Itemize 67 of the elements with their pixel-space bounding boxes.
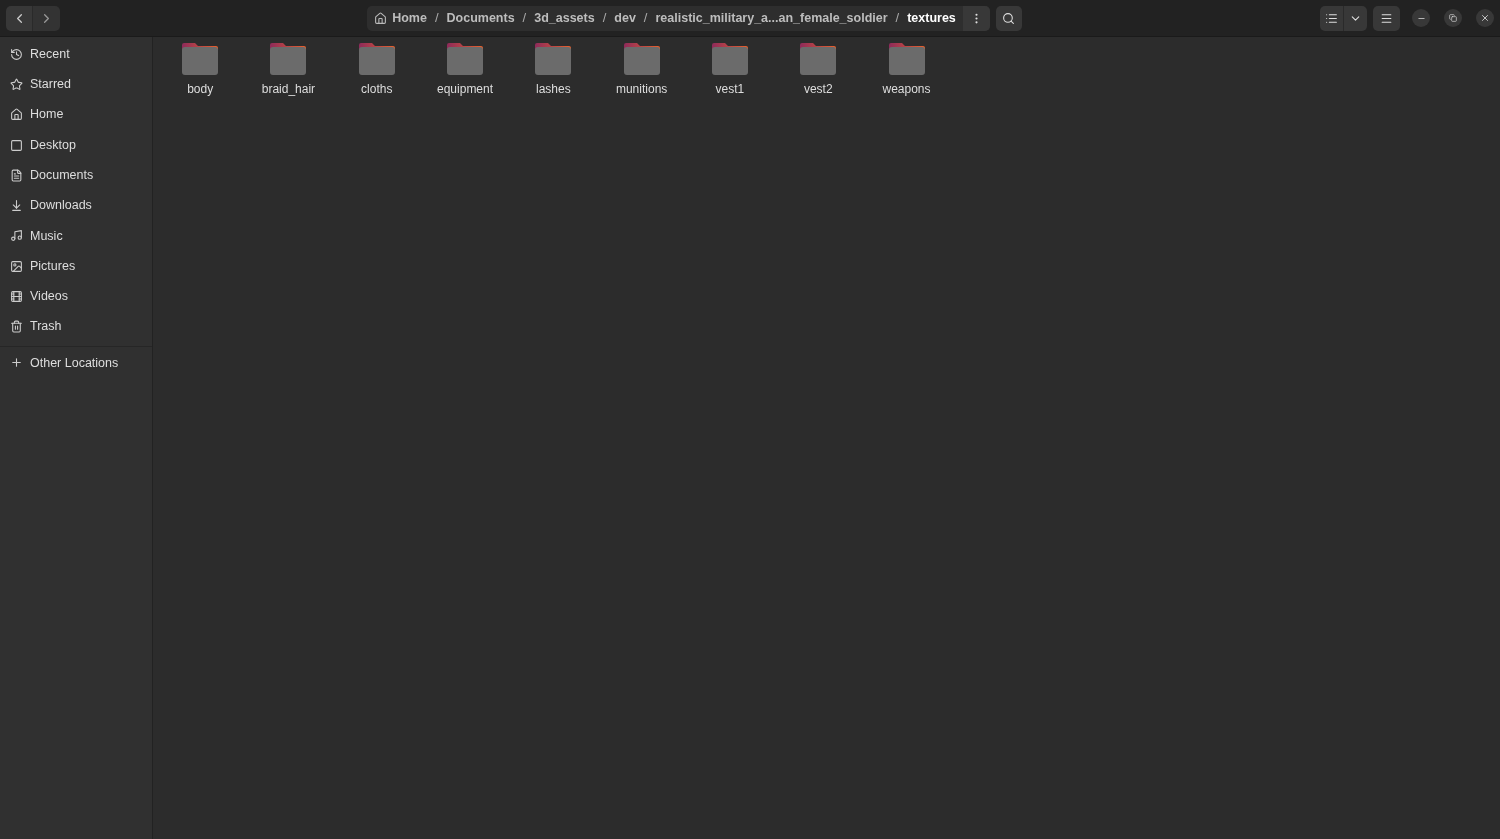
sidebar-item[interactable]: Trash	[0, 311, 152, 342]
close-icon	[1480, 13, 1490, 23]
folder-item[interactable]: body	[156, 42, 245, 98]
menu-icon	[1380, 11, 1393, 25]
path-segment[interactable]: textures	[907, 8, 956, 28]
path-segment[interactable]: Documents	[446, 8, 515, 28]
home-icon	[374, 11, 388, 25]
list-icon	[1325, 11, 1338, 25]
film-icon	[10, 290, 23, 303]
folder-item[interactable]: vest1	[685, 42, 775, 98]
plus-icon	[10, 356, 23, 370]
path-segment[interactable]: realistic_military_a...an_female_soldier	[655, 8, 888, 28]
folder-icon	[799, 42, 838, 76]
desktop-icon	[10, 138, 23, 152]
folder-icon	[622, 42, 661, 76]
sidebar-item[interactable]: Music	[0, 220, 152, 252]
sidebar-item[interactable]: Home	[0, 99, 152, 130]
folder-icon	[181, 42, 220, 76]
sidebar-item[interactable]: Recent	[0, 39, 152, 70]
download-icon	[10, 199, 23, 213]
folder-item[interactable]: munitions	[597, 42, 686, 98]
sidebar-item[interactable]: Starred	[0, 69, 152, 100]
folder-icon	[446, 42, 485, 76]
folder-icon	[534, 42, 573, 76]
sidebar-item[interactable]: Downloads	[0, 190, 152, 221]
search-button[interactable]	[995, 5, 1022, 31]
folder-item[interactable]: braid_hair	[244, 42, 333, 98]
restore-icon	[1449, 14, 1457, 22]
folder-icon	[887, 42, 926, 76]
folder-icon	[710, 42, 749, 76]
path-segment[interactable]: Home	[392, 8, 427, 28]
restore-button[interactable]	[1444, 9, 1462, 27]
menu-button[interactable]	[1373, 5, 1400, 31]
sidebar-item[interactable]: Videos	[0, 281, 152, 312]
trash-icon	[10, 320, 23, 334]
folder-item[interactable]: cloths	[332, 42, 421, 98]
sidebar-item[interactable]: Desktop	[0, 129, 152, 161]
path-separator: /	[601, 9, 608, 28]
folder-item[interactable]: equipment	[420, 42, 510, 98]
folder-item[interactable]: weapons	[862, 42, 951, 98]
list-view-button[interactable]	[1320, 5, 1344, 31]
folder-item[interactable]: vest2	[774, 42, 863, 98]
path-separator: /	[433, 9, 440, 28]
path-separator: /	[521, 9, 528, 28]
close-button[interactable]	[1476, 9, 1494, 27]
picture-icon	[10, 259, 23, 273]
document-icon	[10, 168, 23, 182]
music-note-icon	[10, 229, 23, 243]
sidebar-item[interactable]: Other Locations	[0, 346, 152, 379]
folder-icon	[357, 42, 396, 76]
search-icon	[1002, 11, 1016, 25]
minimize-button[interactable]	[1412, 9, 1430, 27]
path-separator: /	[894, 9, 901, 28]
folder-icon	[269, 42, 308, 76]
home-icon	[10, 108, 23, 122]
path-segment[interactable]: dev	[614, 8, 636, 28]
sidebar-item[interactable]: Pictures	[0, 251, 152, 282]
path-segment[interactable]: 3d_assets	[534, 8, 595, 28]
star-icon	[10, 77, 23, 91]
back-button[interactable]	[6, 5, 33, 31]
forward-button[interactable]	[33, 5, 60, 31]
sidebar-item[interactable]: Documents	[0, 160, 152, 191]
more-options-button[interactable]	[962, 5, 990, 31]
view-options-button[interactable]	[1344, 5, 1367, 31]
clock-icon	[10, 47, 23, 61]
folder-item[interactable]: lashes	[509, 42, 598, 98]
path-separator: /	[642, 9, 649, 28]
